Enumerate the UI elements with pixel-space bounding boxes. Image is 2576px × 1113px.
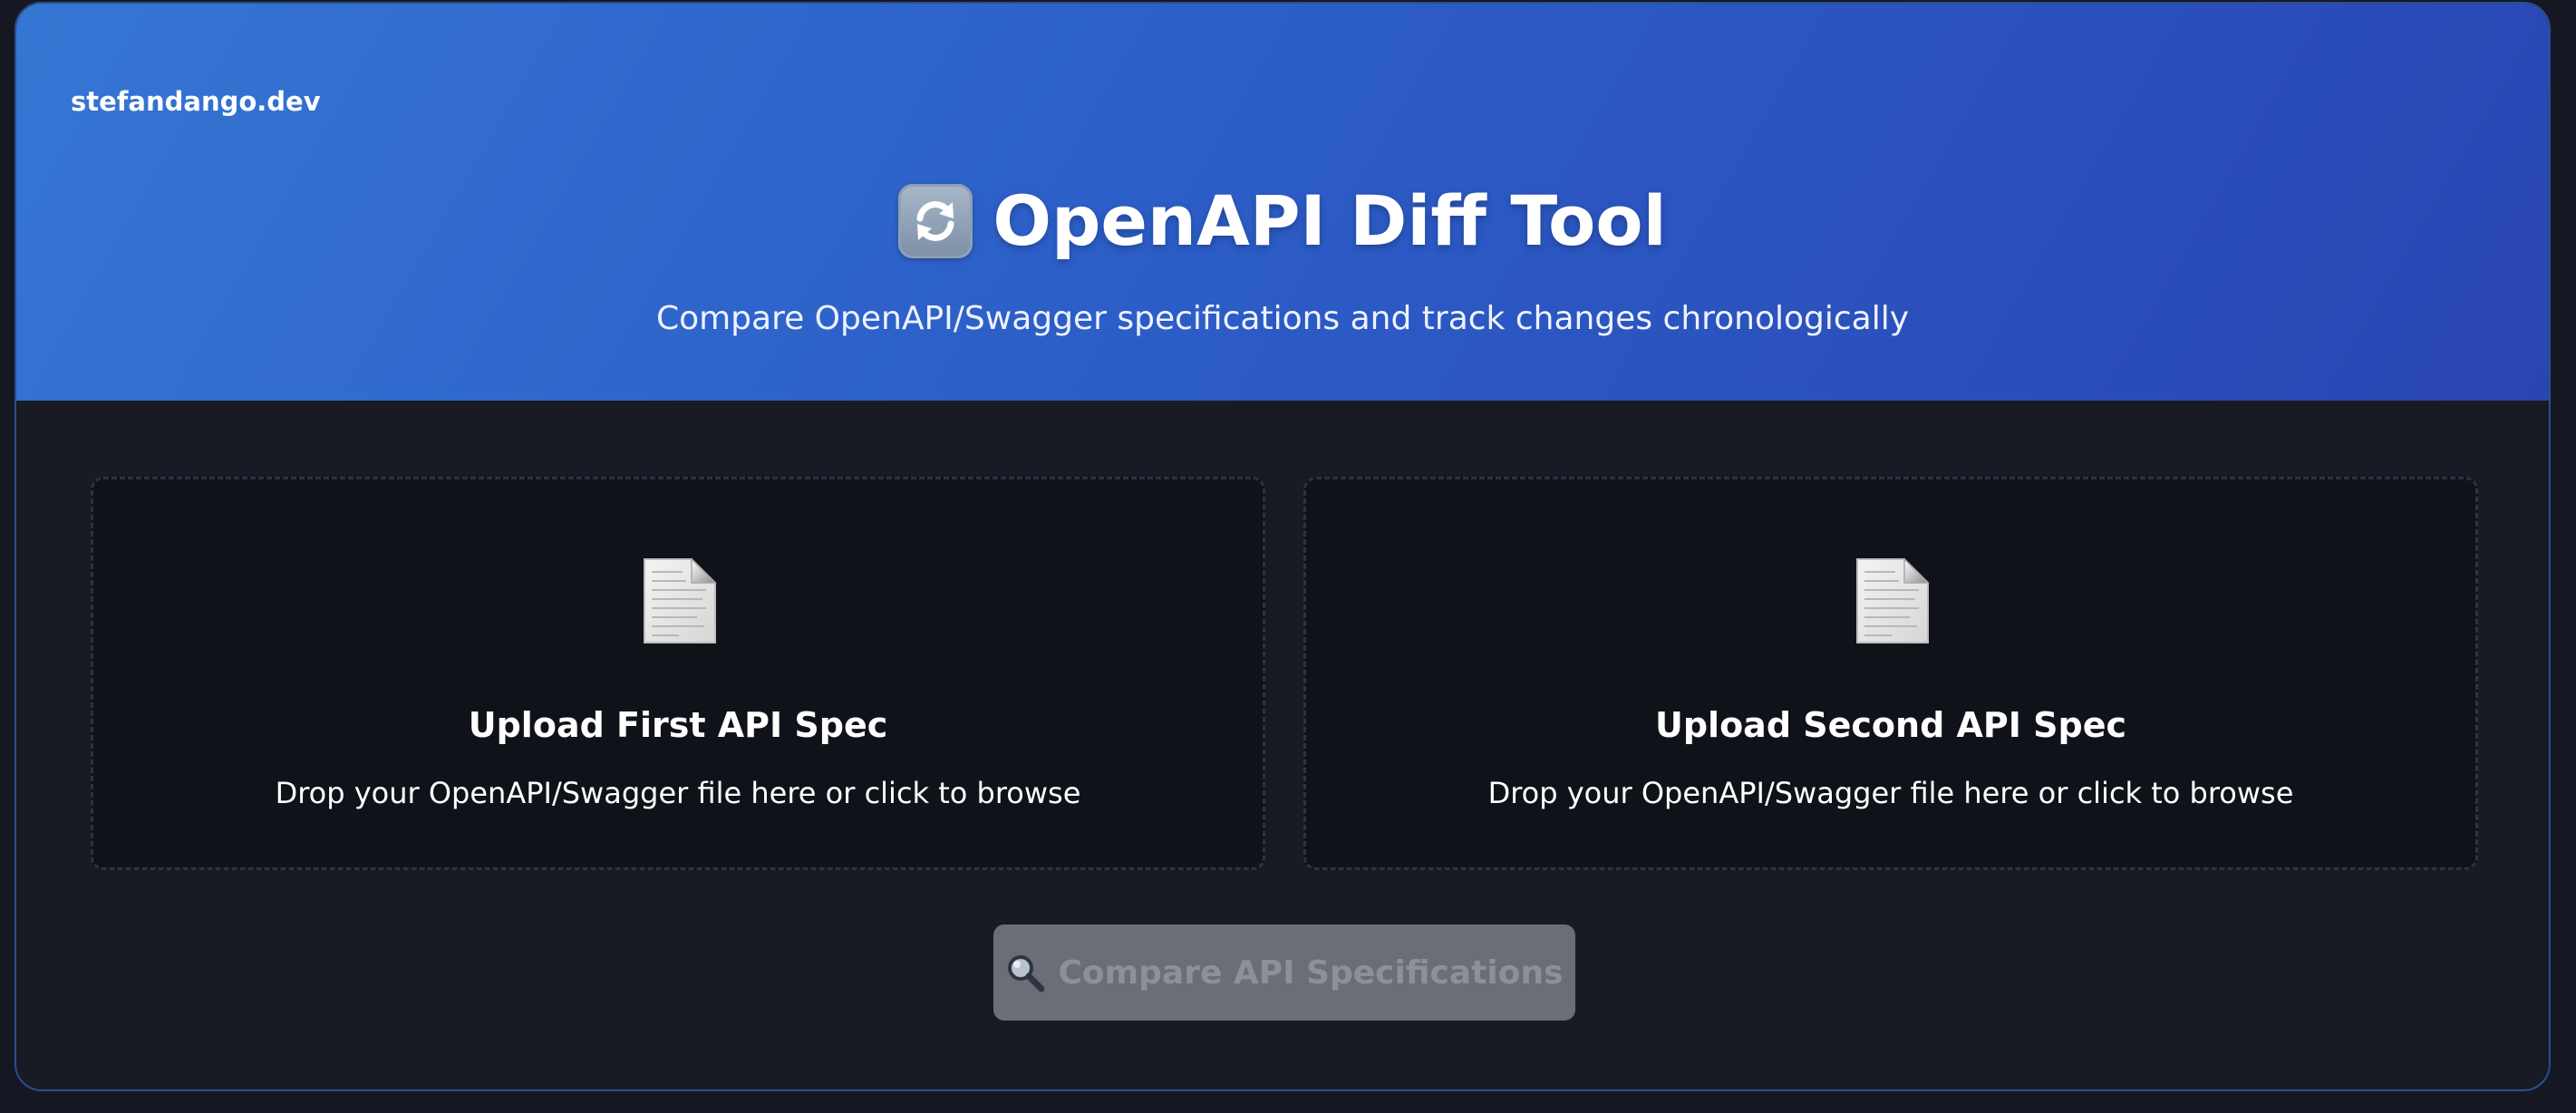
upload-first-dropzone[interactable]: Upload First API Spec Drop your OpenAPI/… — [91, 477, 1265, 870]
document-icon — [643, 557, 717, 644]
upload-first-title: Upload First API Spec — [468, 705, 888, 745]
arrows-sync-icon — [898, 184, 973, 258]
upload-second-hint: Drop your OpenAPI/Swagger file here or c… — [1487, 776, 2294, 810]
compare-button[interactable]: Compare API Specifications — [993, 924, 1575, 1021]
header: stefandango.dev OpenAPI Diff Tool Compar… — [16, 4, 2549, 401]
page-title-row: OpenAPI Diff Tool — [16, 176, 2549, 266]
upload-first-hint: Drop your OpenAPI/Swagger file here or c… — [275, 776, 1081, 810]
brand-link[interactable]: stefandango.dev — [71, 85, 321, 118]
page-title: OpenAPI Diff Tool — [993, 180, 1667, 261]
upload-second-title: Upload Second API Spec — [1654, 705, 2126, 745]
upload-second-dropzone[interactable]: Upload Second API Spec Drop your OpenAPI… — [1303, 477, 2478, 870]
page-subtitle: Compare OpenAPI/Swagger specifications a… — [655, 300, 1910, 337]
document-icon — [1855, 557, 1930, 644]
compare-button-label: Compare API Specifications — [1058, 953, 1564, 992]
magnifier-icon — [1005, 953, 1045, 992]
app-window: stefandango.dev OpenAPI Diff Tool Compar… — [15, 2, 2551, 1091]
